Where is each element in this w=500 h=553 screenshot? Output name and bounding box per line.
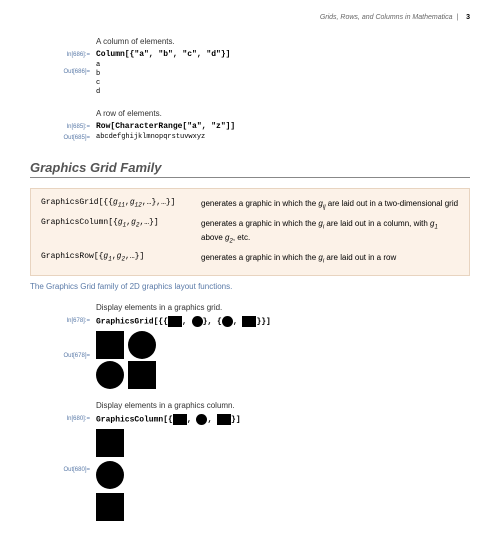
input-code: GraphicsColumn[{, , }] [96,414,470,425]
square-icon [217,414,231,425]
square-icon [242,316,256,327]
ref-desc: generates a graphic in which the gi are … [201,252,459,266]
out-label: Out[686]= [30,61,96,75]
page-number: 3 [466,14,470,21]
circle-icon [96,461,124,489]
comment-text: Display elements in a graphics column. [96,401,470,410]
comment-text: A column of elements. [96,37,470,46]
ref-syntax: GraphicsColumn[{g1,g2,…}] [41,218,201,246]
out-item: c [96,79,470,88]
circle-icon [196,414,207,425]
ref-syntax: GraphicsGrid[{{g11,g12,…},…}] [41,198,201,212]
output-text: a b c d [96,61,470,97]
square-icon [128,361,156,389]
example-graphics-grid: Display elements in a graphics grid. In[… [30,303,470,389]
circle-icon [192,316,203,327]
square-icon [168,316,182,327]
comment-text: Display elements in a graphics grid. [96,303,470,312]
in-label: In[685]:= [30,122,96,130]
example-graphics-column: Display elements in a graphics column. I… [30,401,470,521]
ref-desc: generates a graphic in which the gi are … [201,218,459,246]
circle-icon [128,331,156,359]
out-item: d [96,88,470,97]
example-column: A column of elements. In[686]:= Column[{… [30,37,470,97]
output-graphic [96,329,470,389]
table-caption: The Graphics Grid family of 2D graphics … [30,282,470,291]
out-item: a [96,61,470,70]
square-icon [173,414,187,425]
comment-text: A row of elements. [96,109,470,118]
in-label: In[686]:= [30,50,96,58]
in-label: In[680]:= [30,414,96,422]
example-row: A row of elements. In[685]:= Row[Charact… [30,109,470,142]
ref-desc: generates a graphic in which the gij are… [201,198,459,212]
output-text: abcdefghijklmnopqrstuvwxyz [96,133,470,142]
square-icon [96,331,124,359]
header-title: Grids, Rows, and Columns in Mathematica [320,14,453,21]
output-graphic [96,427,470,521]
ref-row: GraphicsRow[{g1,g2,…}] generates a graph… [41,249,459,269]
input-code: GraphicsGrid[{{, }, {, }}] [96,316,470,327]
in-label: In[678]:= [30,316,96,324]
out-label: Out[680]= [30,427,96,473]
out-label: Out[685]= [30,133,96,141]
ref-row: GraphicsColumn[{g1,g2,…}] generates a gr… [41,215,459,249]
ref-row: GraphicsGrid[{{g11,g12,…},…}] generates … [41,195,459,215]
out-item: b [96,70,470,79]
square-icon [96,493,124,521]
input-code: Column[{"a", "b", "c", "d"}] [96,50,470,59]
section-heading: Graphics Grid Family [30,160,470,178]
reference-table: GraphicsGrid[{{g11,g12,…},…}] generates … [30,188,470,276]
circle-icon [222,316,233,327]
ref-syntax: GraphicsRow[{g1,g2,…}] [41,252,201,266]
input-code: Row[CharacterRange["a", "z"]] [96,122,470,131]
out-label: Out[678]= [30,329,96,359]
square-icon [96,429,124,457]
circle-icon [96,361,124,389]
page-header: Grids, Rows, and Columns in Mathematica … [30,10,470,25]
